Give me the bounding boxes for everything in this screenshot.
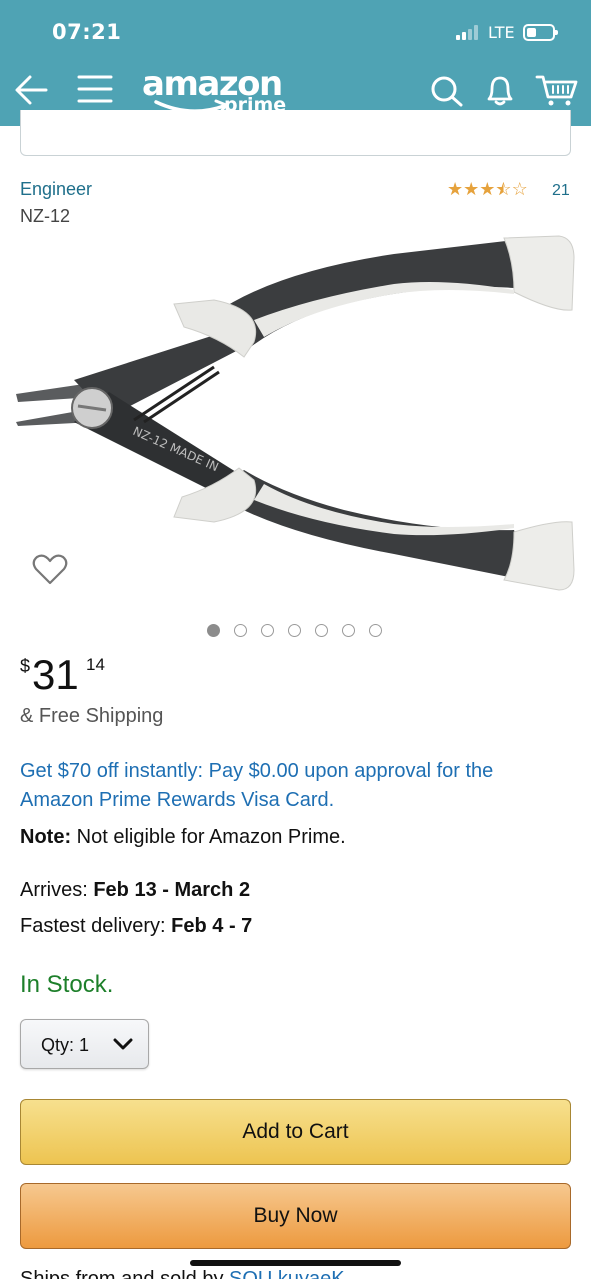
sold-by-info: Ships from and sold by SOU kuyaeK <box>20 1268 345 1279</box>
note-label: Note: <box>20 826 72 848</box>
pagination-dot[interactable] <box>234 624 247 637</box>
back-arrow-icon[interactable] <box>14 74 48 106</box>
arrives-value: Feb 13 - March 2 <box>93 879 251 901</box>
rating-count[interactable]: 21 <box>552 182 570 200</box>
signal-icon <box>456 24 482 40</box>
price-currency: $ <box>20 656 31 676</box>
promo-link[interactable]: Get $70 off instantly: Pay $0.00 upon ap… <box>20 757 565 815</box>
chevron-down-icon <box>113 1038 133 1050</box>
star-full-icon: ★ <box>447 179 464 199</box>
seller-link[interactable]: SOU kuyaeK <box>229 1268 345 1279</box>
status-time: 07:21 <box>52 20 122 44</box>
pagination-dot[interactable] <box>207 624 220 637</box>
network-label: LTE <box>488 23 515 42</box>
product-image[interactable]: NZ-12 MADE IN <box>14 232 580 612</box>
image-pagination[interactable] <box>207 624 382 637</box>
qty-text: Qty: <box>41 1035 75 1055</box>
star-full-icon: ★ <box>463 179 480 199</box>
bell-icon[interactable] <box>484 73 516 107</box>
search-input[interactable] <box>20 110 571 156</box>
star-empty-icon: ☆ <box>511 179 528 199</box>
pagination-dot[interactable] <box>315 624 328 637</box>
pagination-dot[interactable] <box>369 624 382 637</box>
sold-by-prefix: Ships from and sold by <box>20 1268 229 1279</box>
product-model: NZ-12 <box>20 206 71 226</box>
quantity-label: Qty: 1 <box>41 1035 89 1056</box>
brand-link[interactable]: Engineer <box>20 179 92 200</box>
battery-icon <box>523 24 558 41</box>
add-to-cart-button[interactable]: Add to Cart <box>20 1099 571 1165</box>
price-fraction: 14 <box>86 655 105 674</box>
heart-icon[interactable] <box>32 554 68 591</box>
shipping-info: & Free Shipping <box>20 705 164 727</box>
fastest-value: Feb 4 - 7 <box>171 915 253 937</box>
buy-now-button[interactable]: Buy Now <box>20 1183 571 1249</box>
fastest-label: Fastest delivery: <box>20 915 172 937</box>
note-text: Not eligible for Amazon Prime. <box>71 826 346 848</box>
menu-icon[interactable] <box>77 74 113 104</box>
fastest-delivery-info: Fastest delivery: Feb 4 - 7 <box>20 915 252 938</box>
star-half-icon: ★ ☆ <box>495 179 512 199</box>
search-icon[interactable] <box>430 75 464 107</box>
stock-status: In Stock. <box>20 971 114 998</box>
app-header: 07:21 LTE amazon prime <box>0 0 591 126</box>
quantity-select[interactable]: Qty: 1 <box>20 1019 149 1069</box>
pagination-dot[interactable] <box>261 624 274 637</box>
price-whole: 31 <box>32 651 79 698</box>
home-indicator[interactable] <box>190 1260 401 1266</box>
cart-icon[interactable] <box>535 73 579 107</box>
prime-note: Note: Not eligible for Amazon Prime. <box>20 826 346 849</box>
qty-value: 1 <box>79 1035 90 1055</box>
arrival-info: Arrives: Feb 13 - March 2 <box>20 879 250 902</box>
pagination-dot[interactable] <box>342 624 355 637</box>
arrives-label: Arrives: <box>20 879 94 901</box>
pagination-dot[interactable] <box>288 624 301 637</box>
star-full-icon: ★ <box>479 179 496 199</box>
star-rating[interactable]: ★ ★ ★ ★ ☆ ☆ <box>447 179 528 199</box>
